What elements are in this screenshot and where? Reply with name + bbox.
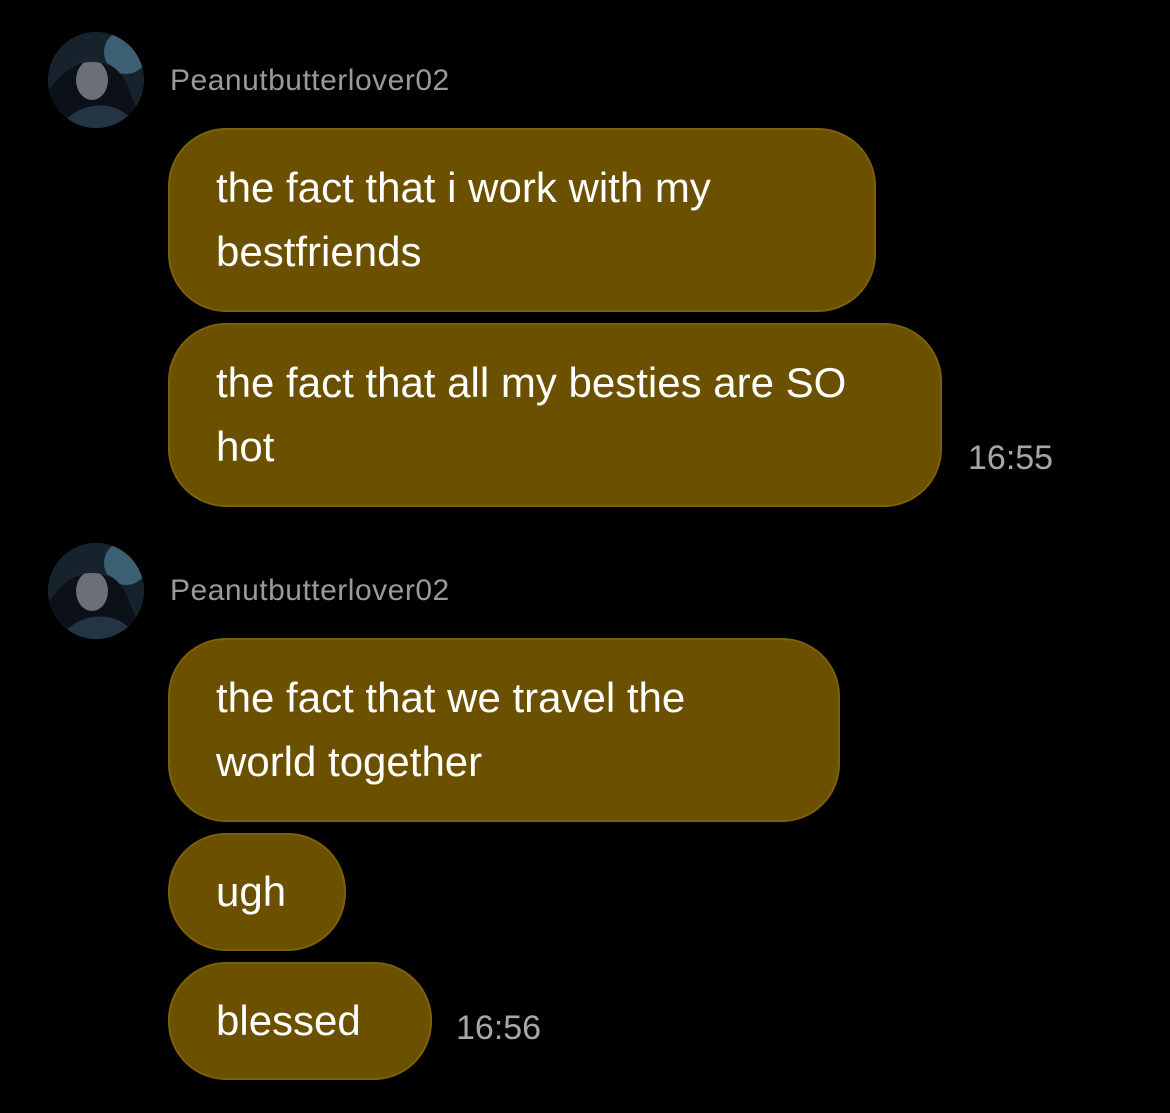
message-text: the fact that i work with my bestfriends: [216, 164, 711, 275]
avatar[interactable]: [48, 543, 144, 639]
message-text: the fact that we travel the world togeth…: [216, 674, 686, 785]
message-text: the fact that all my besties are SO hot: [216, 359, 847, 470]
message-bubble[interactable]: blessed: [168, 962, 432, 1080]
avatar[interactable]: [48, 32, 144, 128]
message-text: blessed: [216, 997, 361, 1044]
message-timestamp: 16:55: [968, 439, 1054, 477]
sender-name: Peanutbutterlover02: [170, 64, 450, 97]
avatar-image: [48, 32, 144, 128]
message-timestamp: 16:56: [456, 1009, 542, 1047]
avatar-image: [48, 543, 144, 639]
message-text: ugh: [216, 868, 287, 915]
message-bubble[interactable]: the fact that we travel the world togeth…: [168, 638, 840, 822]
message-bubble[interactable]: ugh: [168, 833, 346, 951]
message-bubble[interactable]: the fact that all my besties are SO hot: [168, 323, 942, 507]
sender-name: Peanutbutterlover02: [170, 574, 450, 607]
message-bubble[interactable]: the fact that i work with my bestfriends: [168, 128, 876, 312]
